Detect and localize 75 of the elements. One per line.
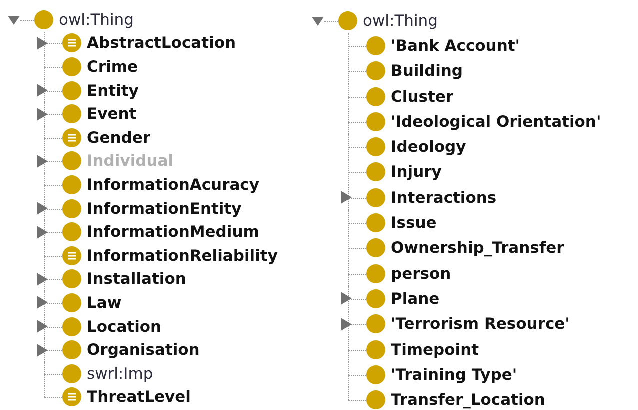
expand-icon[interactable] xyxy=(341,191,352,204)
expand-icon[interactable] xyxy=(37,226,48,239)
tree-item[interactable]: Ideology xyxy=(391,138,466,156)
class-icon xyxy=(366,162,386,182)
class-icon xyxy=(366,238,386,258)
tree-item[interactable]: person xyxy=(391,264,452,283)
tree-item[interactable]: Ownership_Transfer xyxy=(391,239,564,258)
tree-item[interactable]: owl:Thing xyxy=(59,10,134,29)
class-icon xyxy=(366,213,386,234)
tree-item[interactable]: 'Ideological Orientation' xyxy=(391,112,602,131)
class-icon xyxy=(62,104,82,124)
expand-icon[interactable] xyxy=(341,292,352,306)
tree-item[interactable]: 'Terrorism Resource' xyxy=(391,315,570,334)
expand-icon[interactable] xyxy=(37,84,48,98)
tree-item[interactable]: swrl:Imp xyxy=(87,364,154,383)
tree-item[interactable]: Issue xyxy=(391,214,437,232)
class-icon xyxy=(366,86,386,107)
class-icon xyxy=(62,292,82,313)
tree-item[interactable]: Plane xyxy=(391,290,440,308)
tree-item[interactable]: Location xyxy=(87,318,162,336)
tree-item[interactable]: Organisation xyxy=(87,341,200,360)
class-icon xyxy=(366,137,386,158)
class-icon xyxy=(366,36,386,56)
tree-item[interactable]: Entity xyxy=(87,82,139,100)
tree-item[interactable]: ThreatLevel xyxy=(87,388,191,406)
tree-item[interactable]: Building xyxy=(391,62,464,80)
expand-icon[interactable] xyxy=(37,272,48,286)
class-icon xyxy=(62,316,82,337)
class-icon xyxy=(366,112,386,132)
collapse-icon[interactable] xyxy=(8,14,20,26)
tree-item[interactable]: InformationReliability xyxy=(87,246,278,265)
tree-item[interactable]: 'Bank Account' xyxy=(391,36,520,55)
tree-item[interactable]: Injury xyxy=(391,163,442,182)
tree-item[interactable]: Interactions xyxy=(391,188,497,207)
class-icon xyxy=(62,174,82,195)
tree-item[interactable]: Timepoint xyxy=(391,340,480,358)
class-icon xyxy=(62,80,82,101)
expand-icon[interactable] xyxy=(37,36,48,50)
class-icon xyxy=(366,314,386,334)
class-icon xyxy=(62,151,82,172)
tree-item[interactable]: owl:Thing xyxy=(363,12,438,30)
expand-icon[interactable] xyxy=(37,344,48,357)
class-icon xyxy=(62,340,82,360)
tree-item[interactable]: Law xyxy=(87,294,122,312)
tree-item[interactable]: AbstractLocation xyxy=(87,34,236,52)
class-icon xyxy=(62,56,82,77)
class-icon xyxy=(62,269,82,290)
tree-item[interactable]: Event xyxy=(87,105,137,124)
class-icon xyxy=(366,364,386,385)
tree-item[interactable]: Installation xyxy=(87,270,186,288)
expand-icon[interactable] xyxy=(341,318,352,331)
class-icon xyxy=(34,10,54,30)
class-icon xyxy=(62,364,82,384)
expand-icon[interactable] xyxy=(37,108,48,121)
tree-item[interactable]: InformationEntity xyxy=(87,200,242,218)
class-icon xyxy=(62,198,82,219)
tree-item[interactable]: Cluster xyxy=(391,88,454,106)
class-icon xyxy=(338,10,358,31)
expand-icon[interactable] xyxy=(37,296,48,310)
tree-item[interactable]: 'Training Type' xyxy=(391,366,518,384)
tree-item[interactable]: InformationMedium xyxy=(87,223,260,242)
class-icon xyxy=(366,264,386,284)
collapse-icon[interactable] xyxy=(312,14,324,27)
class-icon xyxy=(366,390,386,410)
class-icon xyxy=(366,188,386,208)
class-icon xyxy=(62,222,82,242)
tree-item[interactable]: InformationAcuracy xyxy=(87,176,260,194)
tree-item[interactable]: Gender xyxy=(87,128,151,147)
tree-item[interactable]: Transfer_Location xyxy=(391,391,546,410)
class-icon xyxy=(366,340,386,360)
tree-item[interactable]: Crime xyxy=(87,58,138,76)
expand-icon[interactable] xyxy=(37,320,48,334)
class-icon xyxy=(366,288,386,309)
expand-icon[interactable] xyxy=(37,202,48,216)
class-icon xyxy=(366,61,386,82)
